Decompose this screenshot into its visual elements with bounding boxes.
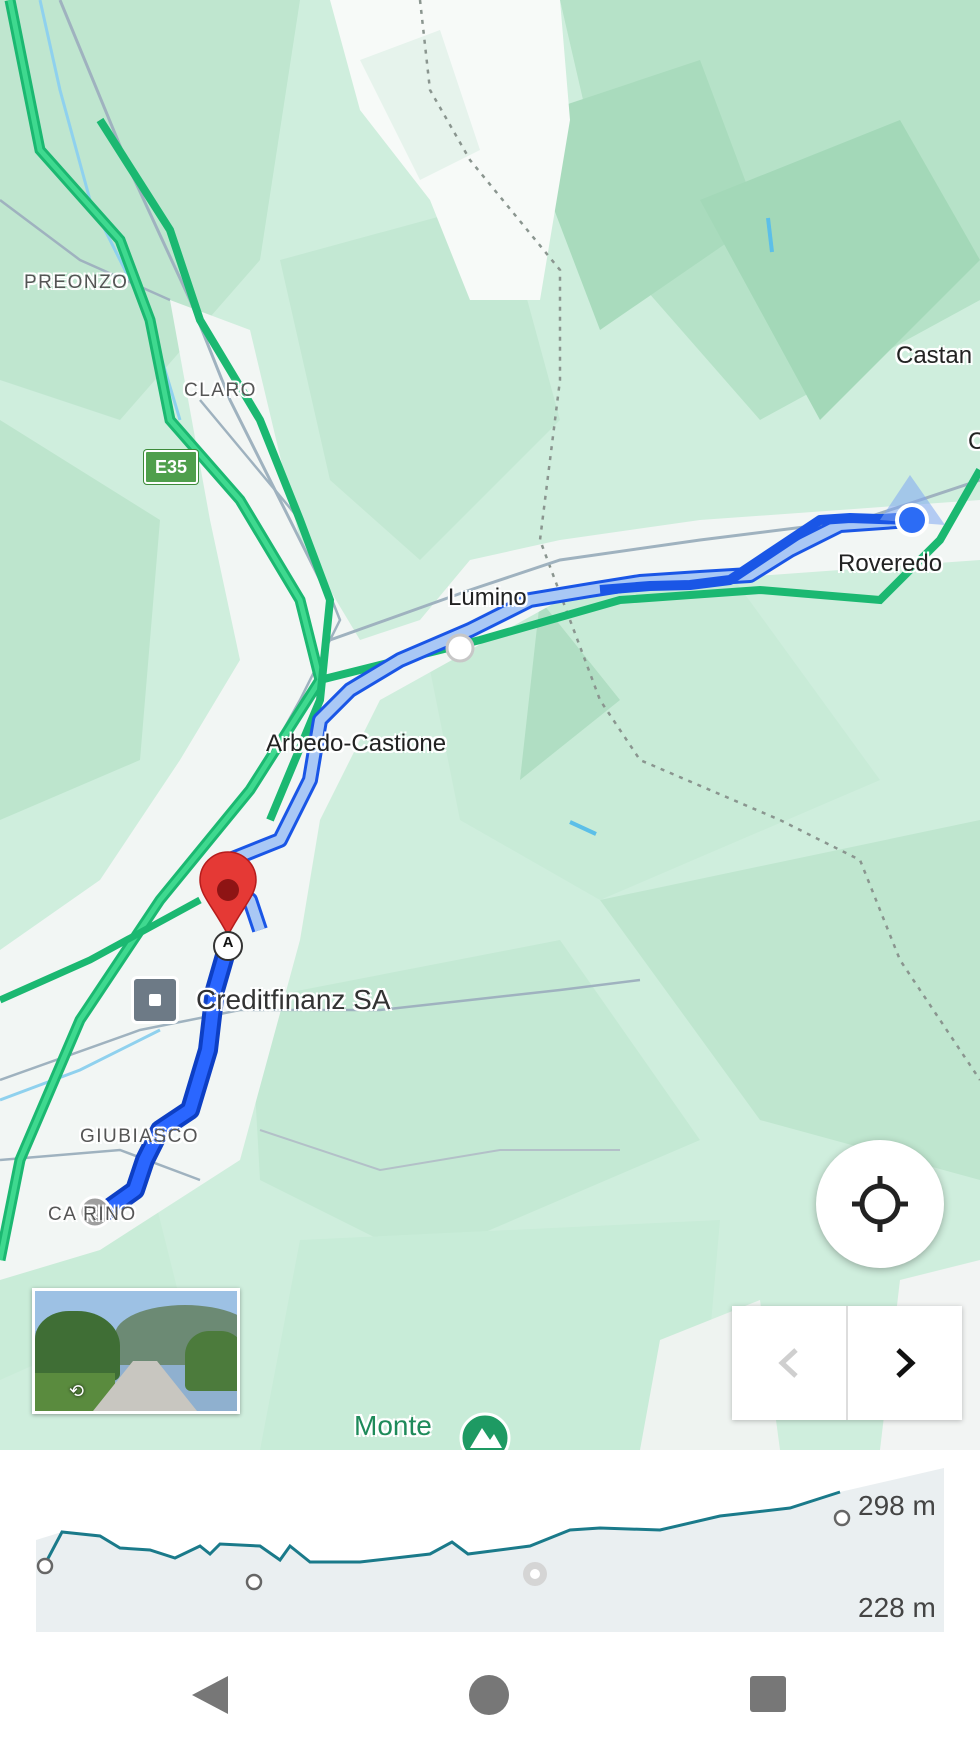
rotate-360-icon: ⟲ <box>69 1381 85 1401</box>
elevation-chart[interactable] <box>0 1450 980 1650</box>
road-shield-e35: E35 <box>144 450 198 484</box>
label-giubiasco: GIUBIASCO <box>80 1126 200 1147</box>
elevation-position <box>530 1569 540 1579</box>
elevation-waypoint-a <box>245 1573 263 1591</box>
building-icon[interactable] <box>131 976 179 1024</box>
chevron-right-icon <box>896 1348 916 1378</box>
label-c-partial: C <box>968 428 980 455</box>
label-monte: Monte <box>354 1410 432 1441</box>
step-navigation <box>732 1306 962 1420</box>
elevation-profile[interactable]: 298 m 228 m <box>0 1450 980 1650</box>
label-preonzo: PREONZO <box>24 272 129 293</box>
street-view-thumbnail[interactable]: ⟲ <box>32 1288 240 1414</box>
current-location-dot <box>899 507 925 533</box>
elevation-waypoint-end <box>833 1509 851 1527</box>
my-location-icon <box>852 1176 908 1232</box>
label-claro: CLARO <box>184 380 257 401</box>
map-view[interactable]: PREONZO CLARO E35 Castan C Roveredo Lumi… <box>0 0 980 1450</box>
label-camorino: CA RINO <box>48 1204 137 1225</box>
label-arbedo-castione: Arbedo-Castione <box>266 730 447 757</box>
elevation-waypoint-start <box>36 1557 54 1575</box>
previous-step-button[interactable] <box>732 1306 848 1420</box>
elevation-min-label: 228 m <box>858 1592 936 1623</box>
back-triangle-icon[interactable] <box>184 1670 234 1720</box>
marker-letter: A <box>222 934 234 951</box>
label-lumino: Lumino <box>448 584 527 611</box>
system-navigation-bar <box>0 1650 980 1742</box>
next-step-button[interactable] <box>848 1306 962 1420</box>
chevron-left-icon <box>778 1348 798 1378</box>
label-creditfinanz[interactable]: Creditfinanz SA <box>196 984 391 1016</box>
label-roveredo: Roveredo <box>838 550 943 577</box>
home-circle-icon[interactable] <box>464 1670 514 1720</box>
recents-square-icon[interactable] <box>744 1670 794 1720</box>
via-point-lumino[interactable] <box>445 633 475 663</box>
my-location-button[interactable] <box>816 1140 944 1268</box>
label-castan: Castan <box>896 342 973 369</box>
elevation-max-label: 298 m <box>858 1490 936 1521</box>
